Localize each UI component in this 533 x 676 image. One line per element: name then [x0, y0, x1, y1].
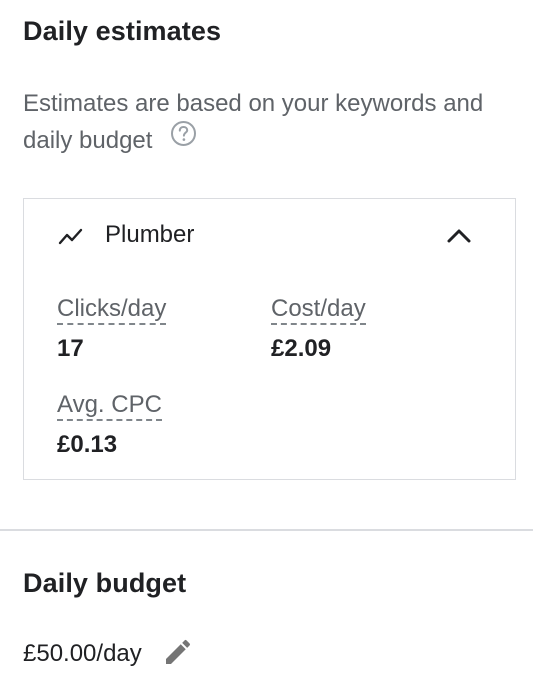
- daily-budget-value: £50.00/day: [23, 640, 142, 667]
- section-divider: [0, 529, 533, 531]
- chevron-up-icon[interactable]: [446, 225, 472, 250]
- clicks-per-day-value: 17: [57, 335, 84, 362]
- cost-per-day-label[interactable]: Cost/day: [271, 296, 366, 325]
- avg-cpc-label[interactable]: Avg. CPC: [57, 392, 162, 421]
- estimates-description-text: Estimates are based on your keywords and…: [23, 90, 484, 154]
- estimates-description: Estimates are based on your keywords and…: [23, 85, 503, 159]
- trending-icon: [58, 225, 84, 252]
- card-header[interactable]: Plumber: [24, 199, 515, 275]
- keyword-name: Plumber: [105, 221, 195, 248]
- help-circle-icon[interactable]: [170, 120, 197, 158]
- clicks-per-day-metric: Clicks/day 17: [57, 296, 167, 363]
- cost-per-day-metric: Cost/day £2.09: [271, 296, 366, 363]
- clicks-per-day-label[interactable]: Clicks/day: [57, 296, 167, 325]
- pencil-icon[interactable]: [162, 636, 194, 673]
- daily-estimates-title: Daily estimates: [23, 16, 222, 46]
- cost-per-day-value: £2.09: [271, 335, 332, 362]
- daily-budget-title: Daily budget: [23, 568, 187, 598]
- avg-cpc-metric: Avg. CPC £0.13: [57, 392, 162, 459]
- keyword-estimate-card: Plumber Clicks/day 17 Cost/day £2.09 Avg…: [23, 198, 516, 480]
- avg-cpc-value: £0.13: [57, 431, 118, 458]
- daily-budget-row: £50.00/day: [23, 636, 194, 672]
